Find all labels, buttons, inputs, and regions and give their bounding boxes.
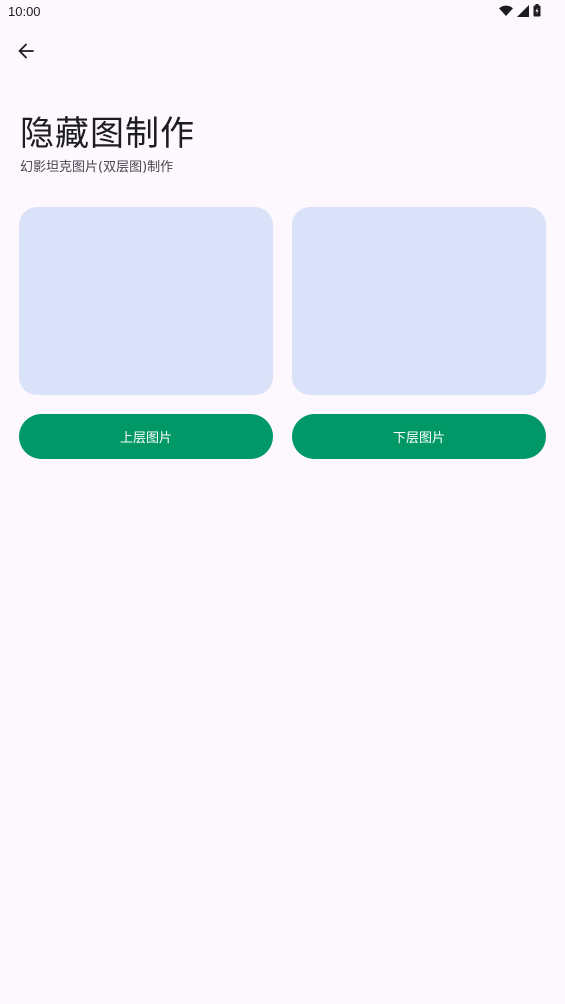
lower-image-preview[interactable] (292, 207, 546, 395)
lower-image-button[interactable]: 下层图片 (292, 414, 546, 459)
battery-icon (533, 2, 541, 21)
status-icons (499, 2, 541, 21)
wifi-icon (499, 2, 513, 21)
upper-image-button[interactable]: 上层图片 (19, 414, 273, 459)
page-title: 隐藏图制作 (20, 114, 195, 154)
arrow-left-icon (17, 42, 35, 64)
signal-icon (517, 2, 529, 21)
status-time: 10:00 (8, 4, 41, 19)
back-button[interactable] (10, 37, 42, 69)
upper-image-preview[interactable] (19, 207, 273, 395)
status-bar: 10:00 (0, 0, 565, 24)
page-subtitle: 幻影坦克图片(双层图)制作 (20, 160, 174, 175)
